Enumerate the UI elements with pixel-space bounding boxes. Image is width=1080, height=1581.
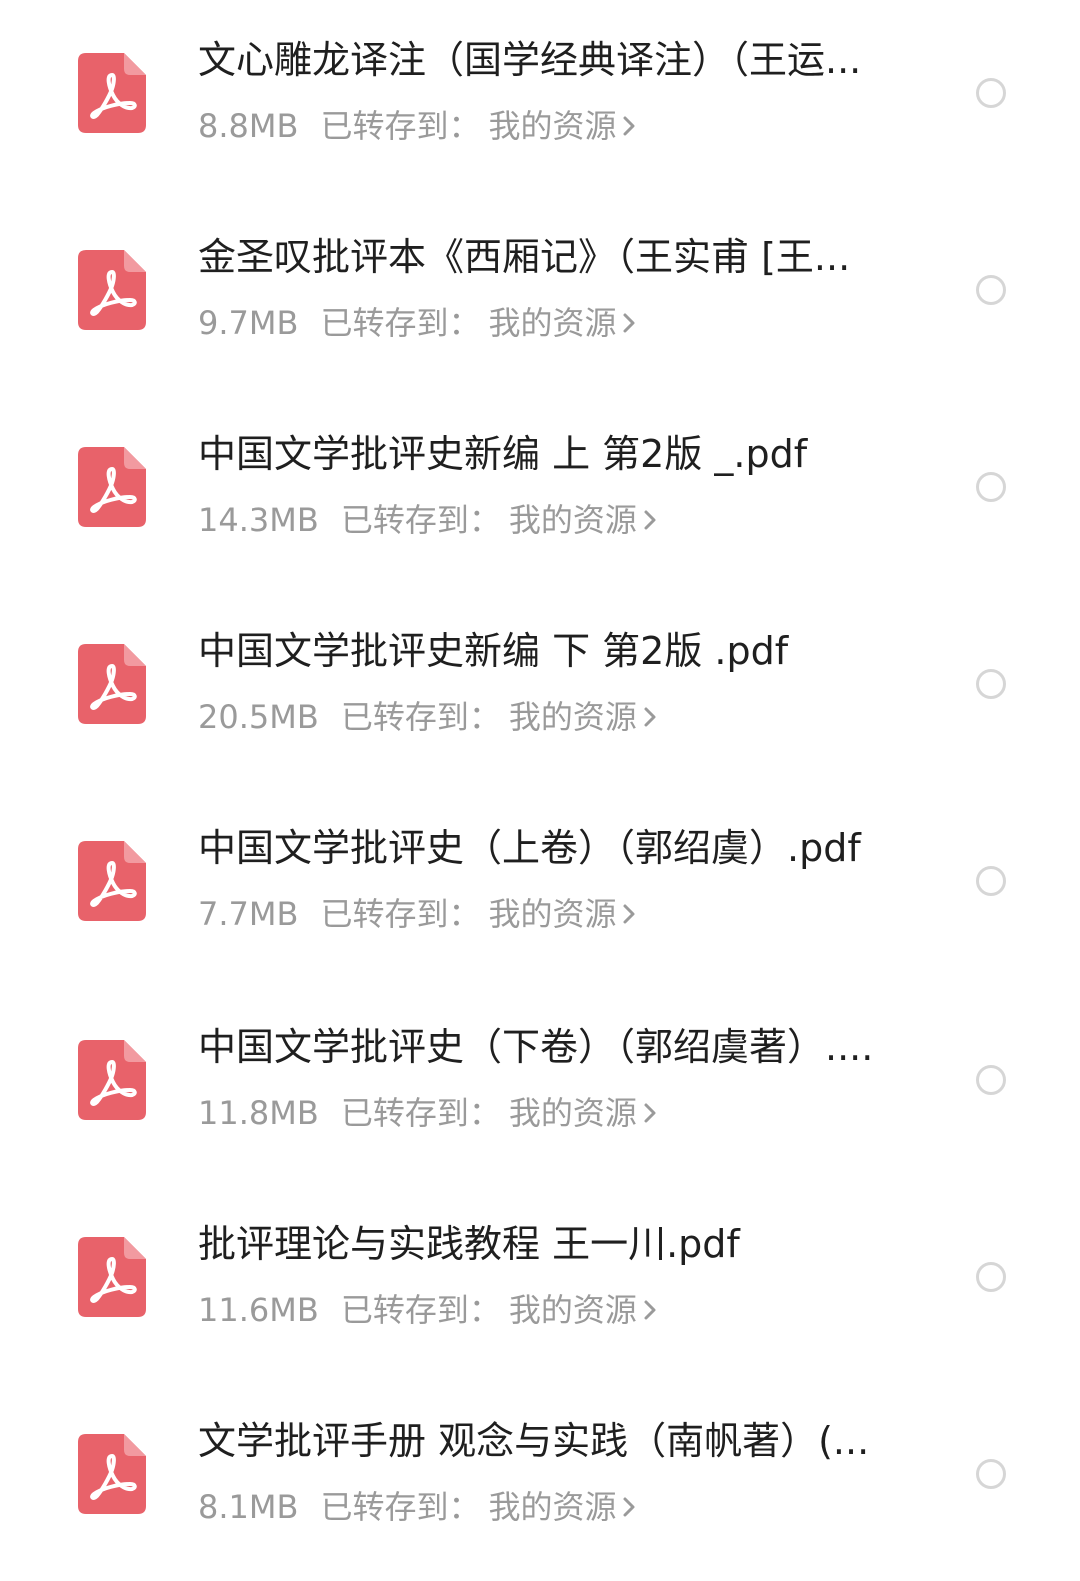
file-meta: 20.5MB 已转存到： 我的资源 [198, 697, 657, 737]
file-list: 文心雕龙译注（国学经典译注）（王运... 8.8MB 已转存到： 我的资源 金圣… [0, 0, 1080, 1581]
file-name: 文心雕龙译注（国学经典译注）（王运... [198, 38, 862, 82]
file-name: 文学批评手册 观念与实践（南帆著）(... [198, 1419, 870, 1463]
file-size: 20.5MB [198, 698, 319, 736]
saved-to-label: 已转存到： [320, 304, 481, 342]
file-meta: 7.7MB 已转存到： 我的资源 [198, 894, 636, 934]
file-name: 中国文学批评史新编 上 第2版 _.pdf [198, 432, 808, 476]
select-radio[interactable] [976, 78, 1006, 108]
pdf-file-icon [78, 250, 146, 330]
saved-location-name: 我的资源 [508, 1291, 637, 1329]
select-radio[interactable] [976, 275, 1006, 305]
select-radio[interactable] [976, 1065, 1006, 1095]
pdf-file-icon [78, 644, 146, 724]
file-name: 中国文学批评史（上卷）（郭绍虞）.pdf [198, 826, 861, 870]
chevron-right-icon [623, 313, 635, 333]
file-row[interactable]: 文心雕龙译注（国学经典译注）（王运... 8.8MB 已转存到： 我的资源 [0, 0, 1080, 197]
file-size: 7.7MB [198, 895, 299, 933]
pdf-file-icon [78, 53, 146, 133]
chevron-right-icon [623, 904, 635, 924]
file-row[interactable]: 批评理论与实践教程 王一川.pdf 11.6MB 已转存到： 我的资源 [0, 1182, 1080, 1379]
saved-location-link[interactable]: 已转存到： 我的资源 [320, 1487, 636, 1527]
file-size: 14.3MB [198, 501, 319, 539]
pdf-file-icon [78, 1434, 146, 1514]
saved-location-link[interactable]: 已转存到： 我的资源 [341, 500, 657, 540]
saved-to-label: 已转存到： [320, 107, 481, 145]
saved-location-link[interactable]: 已转存到： 我的资源 [320, 106, 636, 146]
saved-to-label: 已转存到： [340, 1291, 501, 1329]
saved-location-name: 我的资源 [488, 1488, 617, 1526]
file-row[interactable]: 金圣叹批评本《西厢记》（王实甫 [王... 9.7MB 已转存到： 我的资源 [0, 197, 1080, 394]
pdf-file-icon [78, 1040, 146, 1120]
chevron-right-icon [644, 1103, 656, 1123]
saved-location-name: 我的资源 [488, 895, 617, 933]
saved-to-label: 已转存到： [340, 698, 501, 736]
file-meta: 14.3MB 已转存到： 我的资源 [198, 500, 657, 540]
file-meta: 9.7MB 已转存到： 我的资源 [198, 303, 636, 343]
saved-to-label: 已转存到： [340, 1094, 501, 1132]
saved-location-name: 我的资源 [508, 698, 637, 736]
saved-location-link[interactable]: 已转存到： 我的资源 [320, 894, 636, 934]
file-size: 8.1MB [198, 1488, 299, 1526]
file-size: 11.8MB [198, 1094, 319, 1132]
pdf-file-icon [78, 841, 146, 921]
file-meta: 11.6MB 已转存到： 我的资源 [198, 1290, 657, 1330]
file-size: 8.8MB [198, 107, 299, 145]
select-radio[interactable] [976, 1459, 1006, 1489]
select-radio[interactable] [976, 1262, 1006, 1292]
pdf-file-icon [78, 447, 146, 527]
file-row[interactable]: 文学批评手册 观念与实践（南帆著）(... 8.1MB 已转存到： 我的资源 [0, 1379, 1080, 1576]
saved-location-link[interactable]: 已转存到： 我的资源 [341, 697, 657, 737]
saved-location-link[interactable]: 已转存到： 我的资源 [341, 1093, 657, 1133]
saved-location-name: 我的资源 [488, 107, 617, 145]
file-name: 中国文学批评史（下卷）（郭绍虞著）.... [198, 1025, 874, 1069]
saved-location-link[interactable]: 已转存到： 我的资源 [341, 1290, 657, 1330]
saved-to-label: 已转存到： [320, 895, 481, 933]
chevron-right-icon [644, 707, 656, 727]
file-meta: 11.8MB 已转存到： 我的资源 [198, 1093, 657, 1133]
chevron-right-icon [644, 510, 656, 530]
saved-to-label: 已转存到： [340, 501, 501, 539]
file-meta: 8.8MB 已转存到： 我的资源 [198, 106, 636, 146]
saved-to-label: 已转存到： [320, 1488, 481, 1526]
file-row[interactable]: 中国文学批评史（下卷）（郭绍虞著）.... 11.8MB 已转存到： 我的资源 [0, 985, 1080, 1182]
chevron-right-icon [644, 1300, 656, 1320]
file-size: 9.7MB [198, 304, 299, 342]
file-name: 批评理论与实践教程 王一川.pdf [198, 1222, 740, 1266]
saved-location-name: 我的资源 [488, 304, 617, 342]
file-name: 金圣叹批评本《西厢记》（王实甫 [王... [198, 235, 851, 279]
select-radio[interactable] [976, 669, 1006, 699]
saved-location-name: 我的资源 [508, 501, 637, 539]
saved-location-name: 我的资源 [508, 1094, 637, 1132]
saved-location-link[interactable]: 已转存到： 我的资源 [320, 303, 636, 343]
file-size: 11.6MB [198, 1291, 319, 1329]
file-meta: 8.1MB 已转存到： 我的资源 [198, 1487, 636, 1527]
select-radio[interactable] [976, 866, 1006, 896]
pdf-file-icon [78, 1237, 146, 1317]
chevron-right-icon [623, 116, 635, 136]
chevron-right-icon [623, 1497, 635, 1517]
file-row[interactable]: 中国文学批评史新编 上 第2版 _.pdf 14.3MB 已转存到： 我的资源 [0, 394, 1080, 591]
file-row[interactable]: 中国文学批评史（上卷）（郭绍虞）.pdf 7.7MB 已转存到： 我的资源 [0, 788, 1080, 985]
file-name: 中国文学批评史新编 下 第2版 .pdf [198, 629, 789, 673]
select-radio[interactable] [976, 472, 1006, 502]
file-row[interactable]: 中国文学批评史新编 下 第2版 .pdf 20.5MB 已转存到： 我的资源 [0, 591, 1080, 788]
